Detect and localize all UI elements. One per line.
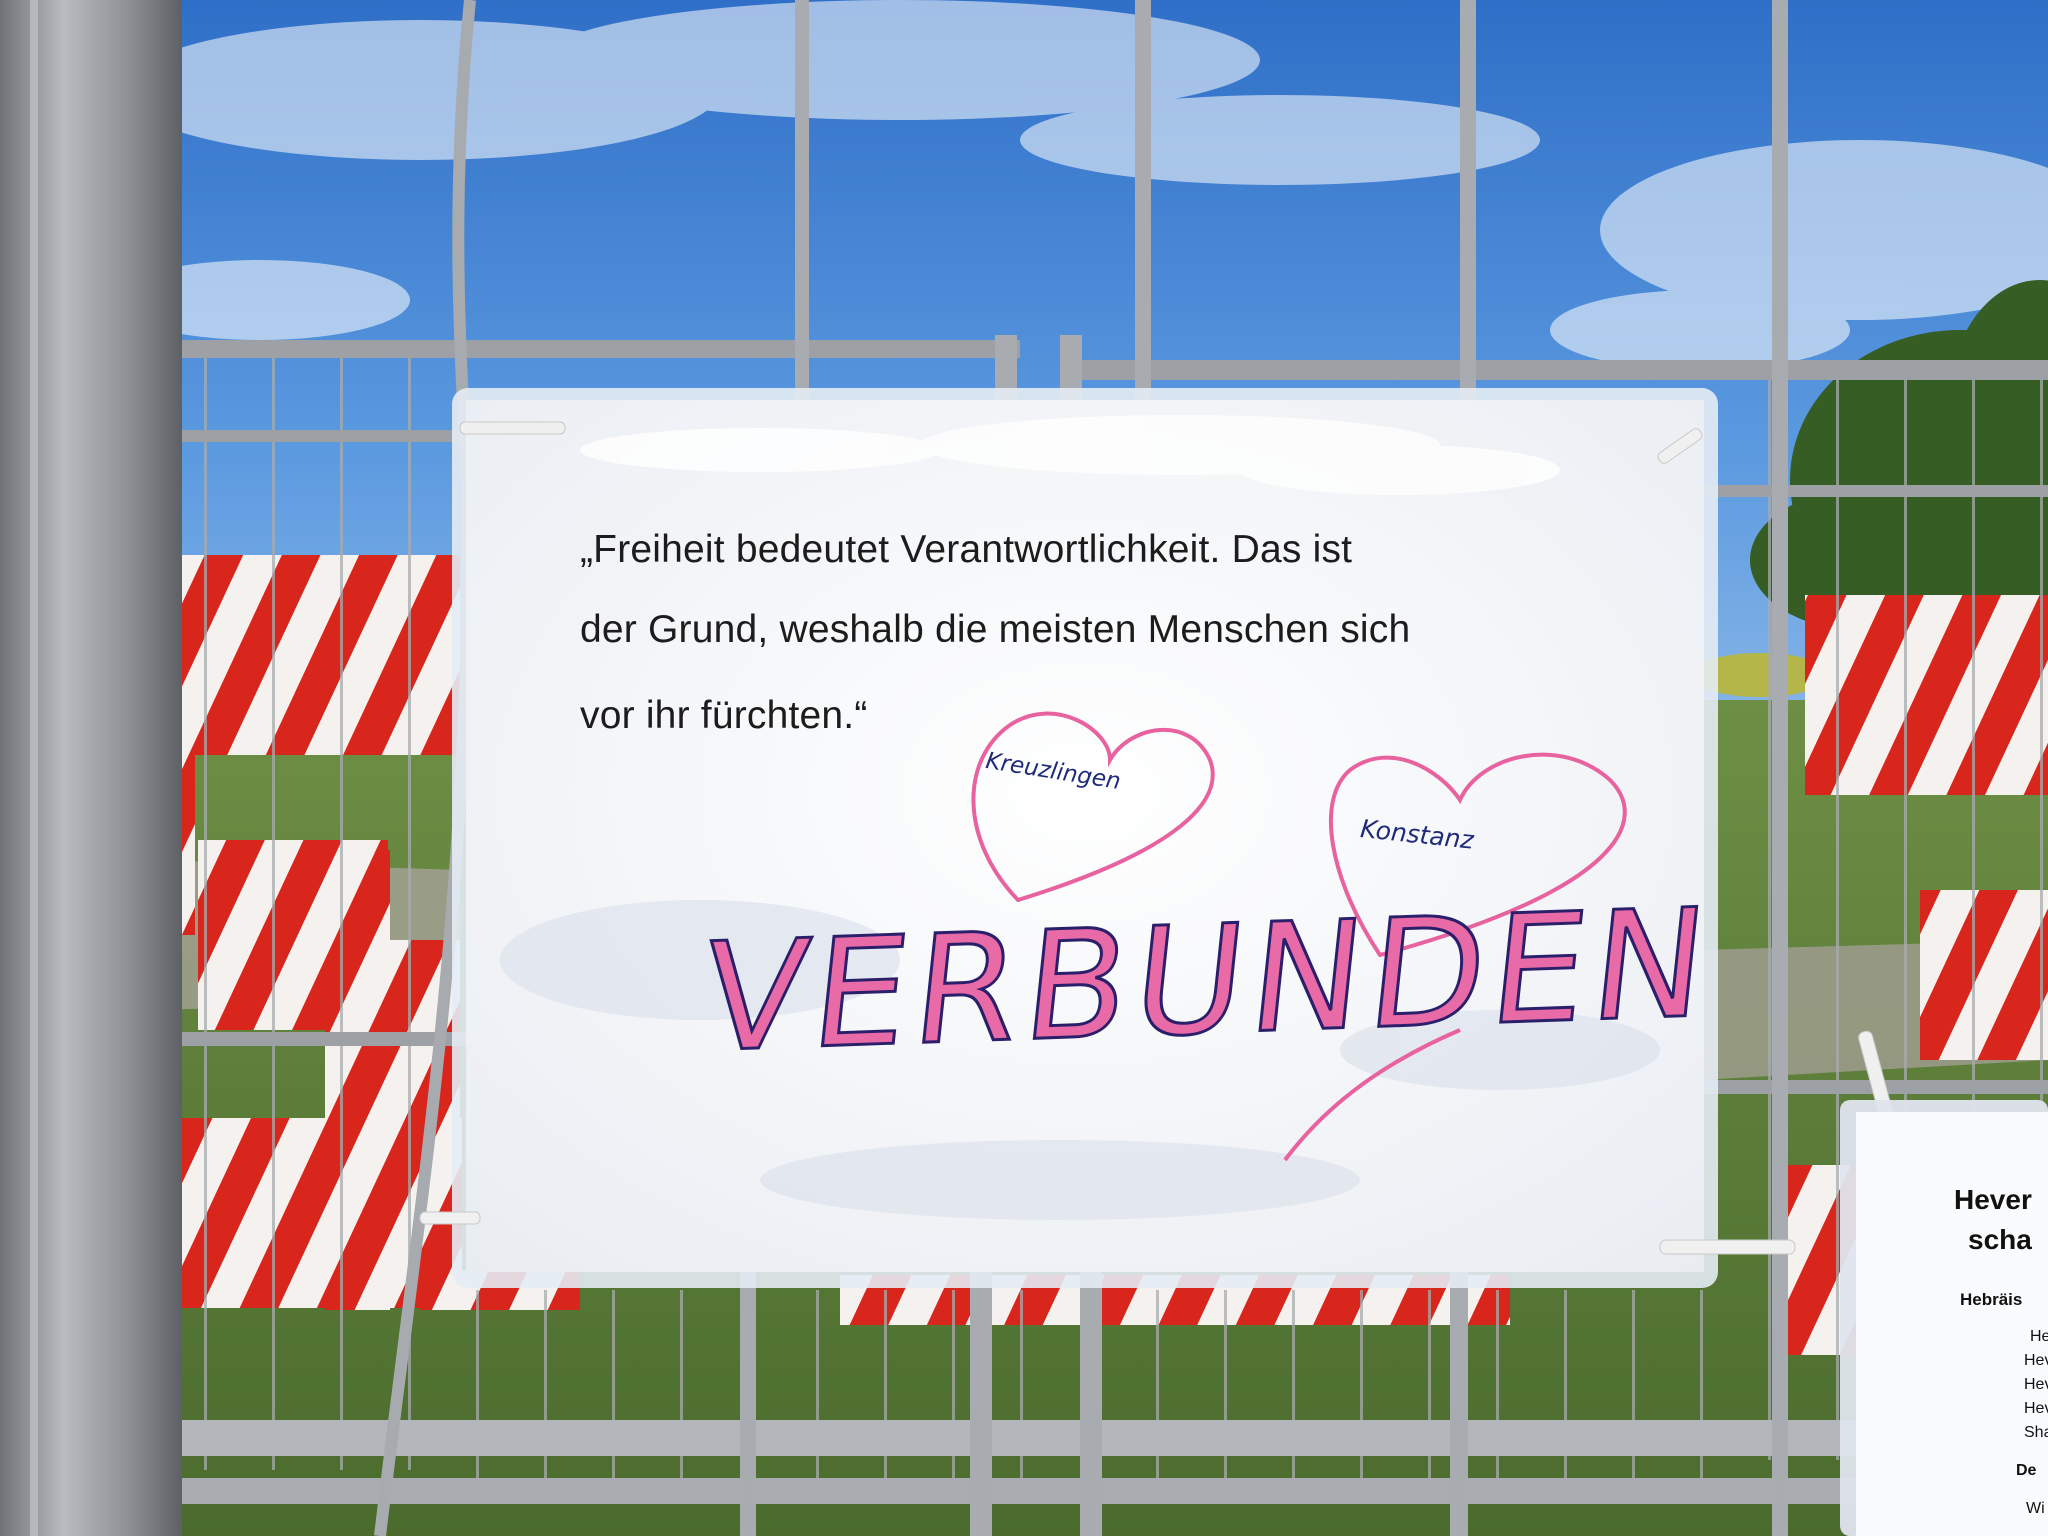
sign-quote-line-3: vor ihr fürchten.“ <box>580 694 868 737</box>
sign-quote-line-2: der Grund, weshalb die meisten Menschen … <box>580 608 1411 651</box>
side-sign-line-3: Hebräis <box>1960 1290 2023 1309</box>
side-sign-list-item: Hever <box>2024 1352 2048 1369</box>
side-sign-list-item: Sha <box>2024 1424 2048 1441</box>
side-sign-line-4: De <box>2016 1462 2037 1479</box>
sign-sleeve <box>452 388 1718 1288</box>
side-sign-list-item: Hever <box>2030 1328 2048 1345</box>
sign-headline: VERBUNDEN <box>693 876 1722 1088</box>
fence-pole <box>0 0 182 1536</box>
side-sign-line-5: Wi <box>2026 1500 2045 1517</box>
sign-quote-line-1: „Freiheit bedeutet Verantwortlichkeit. D… <box>580 528 1353 571</box>
side-sign-list-item: Hever <box>2024 1400 2048 1417</box>
side-sign-line-2: scha <box>1968 1224 2032 1255</box>
side-sign-list-item: Hever <box>2024 1376 2048 1393</box>
side-sign-line-1: Hever <box>1954 1184 2032 1215</box>
